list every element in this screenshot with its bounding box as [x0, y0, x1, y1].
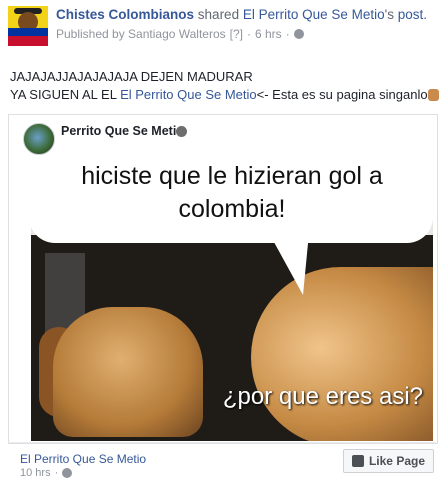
dog-emoji-icon [176, 126, 188, 137]
post-author-line: Chistes Colombianos shared El Perrito Qu… [56, 6, 436, 24]
post-text-line1: JAJAJAJJAJAJAJAJA DEJEN MADURAR [10, 69, 253, 84]
left-dog [53, 307, 203, 437]
post-text-line2: YA SIGUEN AL EL El Perrito Que Se Metio<… [10, 86, 440, 104]
dog-emoji-icon [427, 89, 439, 101]
shared-post-card[interactable]: Perrito Que Se Meti hiciste que le hizie… [8, 114, 438, 444]
post-subline: Published by Santiago Walteros [?] · 6 h… [56, 27, 436, 41]
published-by-label: Published by Santiago Walteros [56, 27, 226, 41]
meme-image[interactable]: hiciste que le hizieran gol a colombia! … [31, 157, 433, 441]
original-page-link[interactable]: El Perrito Que Se Metio [243, 7, 385, 22]
globe-icon [293, 29, 304, 39]
post-text-page-link[interactable]: El Perrito Que Se Metio [120, 87, 257, 102]
post-time[interactable]: 6 hrs [255, 27, 282, 41]
like-page-label: Like Page [368, 454, 425, 468]
post-link[interactable]: post. [398, 7, 427, 22]
post-header: Chistes Colombianos shared El Perrito Qu… [8, 6, 438, 62]
meme-top-line2: colombia! [178, 195, 286, 223]
footer-page-name[interactable]: El Perrito Que Se Metio [20, 452, 146, 466]
shared-page-title[interactable]: Perrito Que Se Meti [61, 124, 188, 138]
shared-page-avatar[interactable] [23, 123, 55, 155]
footer-time-line: 10 hrs · [20, 467, 73, 479]
shared-card-header: Perrito Que Se Meti [9, 115, 437, 155]
globe-icon [62, 468, 73, 478]
speech-bubble-tail [269, 233, 309, 295]
footer-time[interactable]: 10 hrs [20, 467, 51, 479]
possessive-suffix: 's [384, 7, 394, 22]
post-text: JAJAJAJJAJAJAJAJA DEJEN MADURAR YA SIGUE… [10, 68, 440, 104]
like-page-button[interactable]: Like Page [342, 449, 434, 473]
shared-label: shared [197, 7, 240, 22]
page-avatar[interactable] [8, 6, 48, 46]
card-footer: El Perrito Que Se Metio 10 hrs · Like Pa… [8, 442, 436, 481]
post-meta: Chistes Colombianos shared El Perrito Qu… [56, 6, 436, 41]
meme-bottom-text: ¿por que eres asi? [222, 383, 423, 410]
page-name-link[interactable]: Chistes Colombianos [56, 7, 194, 22]
meme-top-line1: hiciste que le hizieran gol a [81, 162, 383, 190]
thumbs-up-icon [351, 455, 364, 467]
info-marker[interactable]: [?] [230, 27, 243, 41]
